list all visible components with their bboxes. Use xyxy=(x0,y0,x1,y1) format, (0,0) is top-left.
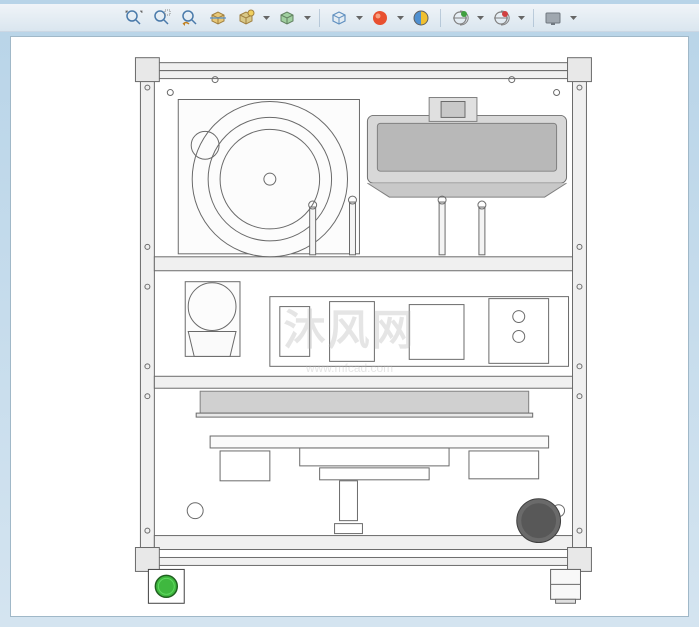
dynamic-annotation-icon[interactable] xyxy=(235,7,257,29)
section-view-icon[interactable] xyxy=(207,7,229,29)
cad-viewport[interactable]: 沐风网 www.mfcad.com xyxy=(10,36,689,617)
render-icon[interactable] xyxy=(490,7,512,29)
dropdown-arrow-icon[interactable] xyxy=(477,16,484,20)
zoom-to-fit-icon[interactable] xyxy=(123,7,145,29)
hide-show-icon[interactable] xyxy=(328,7,350,29)
toolbar-separator xyxy=(319,9,320,27)
zoom-area-icon[interactable] xyxy=(151,7,173,29)
display-style-icon[interactable] xyxy=(276,7,298,29)
dropdown-arrow-icon[interactable] xyxy=(356,16,363,20)
edit-appearance-icon[interactable] xyxy=(369,7,391,29)
previous-view-icon[interactable] xyxy=(179,7,201,29)
display-pane-icon[interactable] xyxy=(542,7,564,29)
cad-drawing xyxy=(11,37,688,616)
dropdown-arrow-icon[interactable] xyxy=(263,16,270,20)
dropdown-arrow-icon[interactable] xyxy=(518,16,525,20)
dropdown-arrow-icon[interactable] xyxy=(304,16,311,20)
apply-scene-icon[interactable] xyxy=(410,7,432,29)
toolbar-separator xyxy=(533,9,534,27)
toolbar-separator xyxy=(440,9,441,27)
dropdown-arrow-icon[interactable] xyxy=(570,16,577,20)
view-toolbar xyxy=(0,4,699,32)
view-settings-icon[interactable] xyxy=(449,7,471,29)
dropdown-arrow-icon[interactable] xyxy=(397,16,404,20)
